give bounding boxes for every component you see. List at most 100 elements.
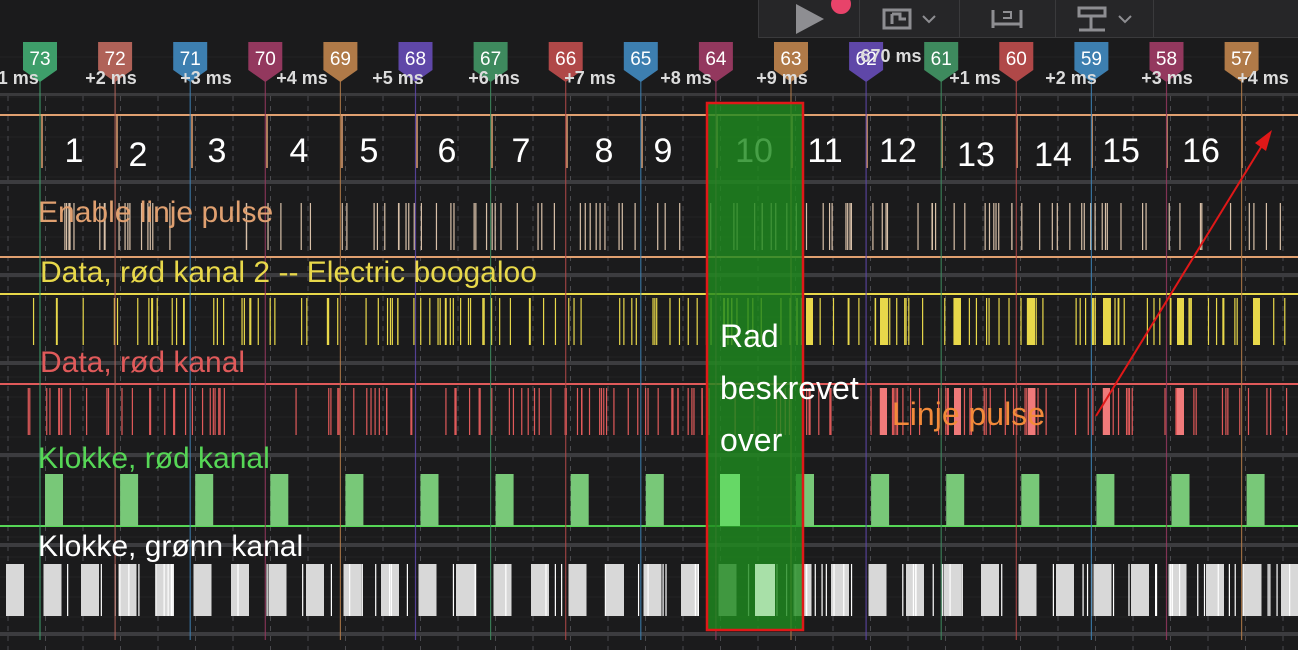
marker-number: 64 [705, 49, 727, 70]
segment-number: 8 [595, 132, 614, 170]
clock-green-pulse [306, 564, 324, 616]
data2-pulse [904, 298, 906, 345]
clock-green-pulse [418, 564, 437, 616]
enable-pulse [309, 203, 312, 250]
clock-red-pulse [720, 474, 740, 526]
enable-pulse [850, 203, 853, 250]
data-pulse [191, 388, 194, 435]
data-pulse [378, 388, 380, 435]
time-label: 670 ms [860, 46, 921, 66]
layout-icon[interactable] [1071, 0, 1115, 37]
data-pulse [538, 388, 540, 435]
timeline[interactable]: 1234567891011121314151673727170696867666… [0, 40, 1298, 650]
measure-icon[interactable] [985, 0, 1029, 37]
data2-pulse [306, 298, 308, 345]
channel-label[interactable]: Enable linje pulse [38, 196, 273, 230]
clock-green-pulse [268, 564, 287, 616]
clock-green-pulse [1056, 564, 1074, 616]
data2-pulse [171, 298, 173, 345]
clock-green-tick [1289, 564, 1291, 616]
data-pulse [512, 388, 515, 435]
clock-green-tick [390, 564, 392, 616]
data2-pulse [452, 298, 454, 345]
clock-green-tick [1242, 564, 1244, 616]
highlight-annotation: Rad beskrevet over [720, 310, 859, 466]
toolbar [758, 0, 1298, 38]
enable-pulse [420, 203, 422, 250]
data-pulse [212, 388, 214, 435]
marker-number: 63 [780, 49, 801, 70]
enable-pulse [1279, 203, 1281, 250]
marker-number: 72 [105, 49, 126, 70]
data2-pulse [1273, 298, 1275, 345]
clock-green-tick [902, 564, 904, 616]
chevron-down-icon[interactable] [919, 0, 939, 37]
enable-pulse [822, 203, 824, 250]
clock-green-tick [1276, 564, 1278, 616]
data2-pulse [652, 298, 654, 345]
enable-pulse [300, 203, 302, 250]
play-icon[interactable] [789, 0, 829, 37]
enable-pulse [579, 203, 581, 250]
channel-label[interactable]: Klokke, rød kanal [38, 442, 270, 476]
clock-green-tick [941, 564, 943, 616]
data-pulse [1193, 388, 1195, 435]
enable-pulse [1248, 203, 1250, 250]
enable-pulse [1011, 203, 1013, 250]
clock-green-pulse [231, 564, 249, 616]
enable-pulse [993, 203, 995, 250]
channel-label[interactable]: Data, rød kanal [40, 346, 245, 380]
data-pulse [59, 388, 61, 435]
data2-pulse [482, 298, 484, 345]
data2-pulse [887, 298, 889, 345]
segment-number: 12 [879, 132, 917, 170]
clock-green-tick [172, 564, 174, 616]
data-pulse [209, 388, 211, 435]
channel-label[interactable]: Data, rød kanal 2 -- Electric boogaloo [40, 256, 537, 290]
data-pulse [1247, 388, 1250, 435]
enable-pulse [376, 203, 379, 250]
clock-green-tick [266, 564, 268, 616]
marker-number: 57 [1231, 49, 1252, 70]
enable-pulse [1168, 203, 1170, 250]
arrow-head [1255, 130, 1272, 151]
channel-label[interactable]: Klokke, grønn kanal [38, 530, 303, 564]
enable-pulse [881, 203, 883, 250]
data-pulse [1227, 388, 1229, 435]
data2-pulse [874, 298, 876, 345]
enable-pulse [494, 203, 496, 250]
trigger-icon[interactable] [877, 0, 917, 37]
data2-pulse [156, 298, 158, 345]
data-pulse [1286, 388, 1288, 435]
arrow-line [1095, 143, 1264, 417]
enable-pulse [475, 203, 477, 250]
clock-green-tick [505, 564, 507, 616]
data2-pulse [1146, 298, 1148, 345]
enable-pulse [618, 203, 620, 250]
data-pulse [69, 388, 71, 435]
clock-green-tick [119, 564, 121, 616]
time-label: +3 ms [1141, 68, 1193, 88]
data2-pulse [889, 298, 891, 345]
data2-pulse [1042, 298, 1044, 345]
chevron-down-icon[interactable] [1115, 0, 1135, 37]
data-pulse [49, 388, 51, 435]
data-pulse [521, 388, 523, 435]
data-pulse [550, 388, 552, 435]
enable-pulse [589, 203, 591, 250]
clock-green-tick [694, 564, 696, 616]
time-label: +2 ms [1045, 68, 1097, 88]
enable-pulse [917, 203, 919, 250]
clock-green-tick [915, 564, 917, 616]
enable-pulse [1229, 203, 1232, 250]
record-icon[interactable] [829, 0, 853, 16]
marker-number: 73 [29, 49, 50, 70]
enable-pulse [1094, 203, 1096, 250]
data2-pulse [554, 298, 557, 345]
data-pulse [691, 388, 693, 435]
annotation-line: Rad [720, 318, 779, 354]
time-ruler-border [0, 93, 1298, 96]
enable-pulse [1069, 203, 1071, 250]
clock-green-tick [949, 564, 951, 616]
clock-red-pulse [270, 474, 289, 526]
